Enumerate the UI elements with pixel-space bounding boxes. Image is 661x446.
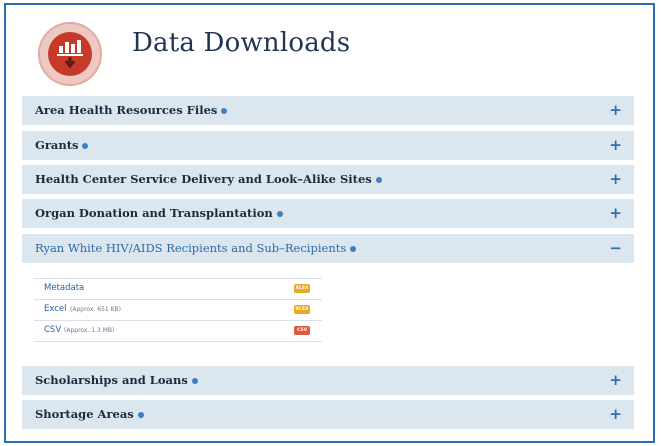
file-type-badge[interactable]: XLSX bbox=[294, 284, 310, 293]
accordion-organ-donation[interactable]: Organ Donation and Transplantation + bbox=[22, 199, 634, 228]
download-row-excel[interactable]: Excel (Approx. 651 KB) XLSX bbox=[34, 300, 322, 321]
download-link[interactable]: Excel bbox=[44, 304, 67, 314]
accordion-label: Area Health Resources Files bbox=[35, 103, 218, 117]
accordion-ryan-white[interactable]: Ryan White HIV/AIDS Recipients and Sub–R… bbox=[22, 234, 634, 263]
accordion-label: Health Center Service Delivery and Look–… bbox=[35, 172, 372, 186]
accordion-grants[interactable]: Grants + bbox=[22, 131, 634, 160]
expand-plus-icon[interactable]: + bbox=[609, 136, 622, 154]
download-link[interactable]: CSV bbox=[44, 325, 61, 335]
expand-plus-icon[interactable]: + bbox=[609, 405, 622, 423]
accordion-scholarships-loans[interactable]: Scholarships and Loans + bbox=[22, 366, 634, 395]
accordion-health-center-sites[interactable]: Health Center Service Delivery and Look–… bbox=[22, 165, 634, 194]
accordion-area-health-resources-files[interactable]: Area Health Resources Files + bbox=[22, 96, 634, 125]
info-icon[interactable] bbox=[276, 211, 283, 217]
file-size: (Approx. 651 KB) bbox=[70, 306, 121, 313]
expand-plus-icon[interactable]: + bbox=[609, 170, 622, 188]
expand-plus-icon[interactable]: + bbox=[609, 371, 622, 389]
expand-plus-icon[interactable]: + bbox=[609, 204, 622, 222]
download-list: Metadata XLSX Excel (Approx. 651 KB) XLS… bbox=[34, 278, 322, 342]
info-icon[interactable] bbox=[82, 143, 89, 149]
info-icon[interactable] bbox=[137, 412, 144, 418]
accordion-label: Grants bbox=[35, 138, 79, 152]
page-title: Data Downloads bbox=[132, 28, 351, 58]
file-type-badge[interactable]: CSV bbox=[294, 326, 310, 335]
download-row-metadata[interactable]: Metadata XLSX bbox=[34, 278, 322, 300]
info-icon[interactable] bbox=[350, 246, 357, 252]
collapse-minus-icon[interactable]: − bbox=[609, 239, 622, 257]
download-row-csv[interactable]: CSV (Approx. 1.3 MB) CSV bbox=[34, 321, 322, 342]
accordion-label: Organ Donation and Transplantation bbox=[35, 206, 273, 220]
info-icon[interactable] bbox=[375, 177, 382, 183]
page-header: Data Downloads bbox=[36, 22, 596, 92]
file-type-badge[interactable]: XLSX bbox=[294, 305, 310, 314]
accordion-label: Shortage Areas bbox=[35, 407, 134, 421]
download-link[interactable]: Metadata bbox=[44, 283, 84, 293]
expand-plus-icon[interactable]: + bbox=[609, 101, 622, 119]
accordion-label: Scholarships and Loans bbox=[35, 373, 188, 387]
download-chart-icon bbox=[38, 22, 102, 86]
file-size: (Approx. 1.3 MB) bbox=[64, 327, 115, 334]
accordion-shortage-areas[interactable]: Shortage Areas + bbox=[22, 400, 634, 429]
accordion-label: Ryan White HIV/AIDS Recipients and Sub–R… bbox=[35, 241, 347, 255]
info-icon[interactable] bbox=[191, 378, 198, 384]
info-icon[interactable] bbox=[221, 108, 228, 114]
